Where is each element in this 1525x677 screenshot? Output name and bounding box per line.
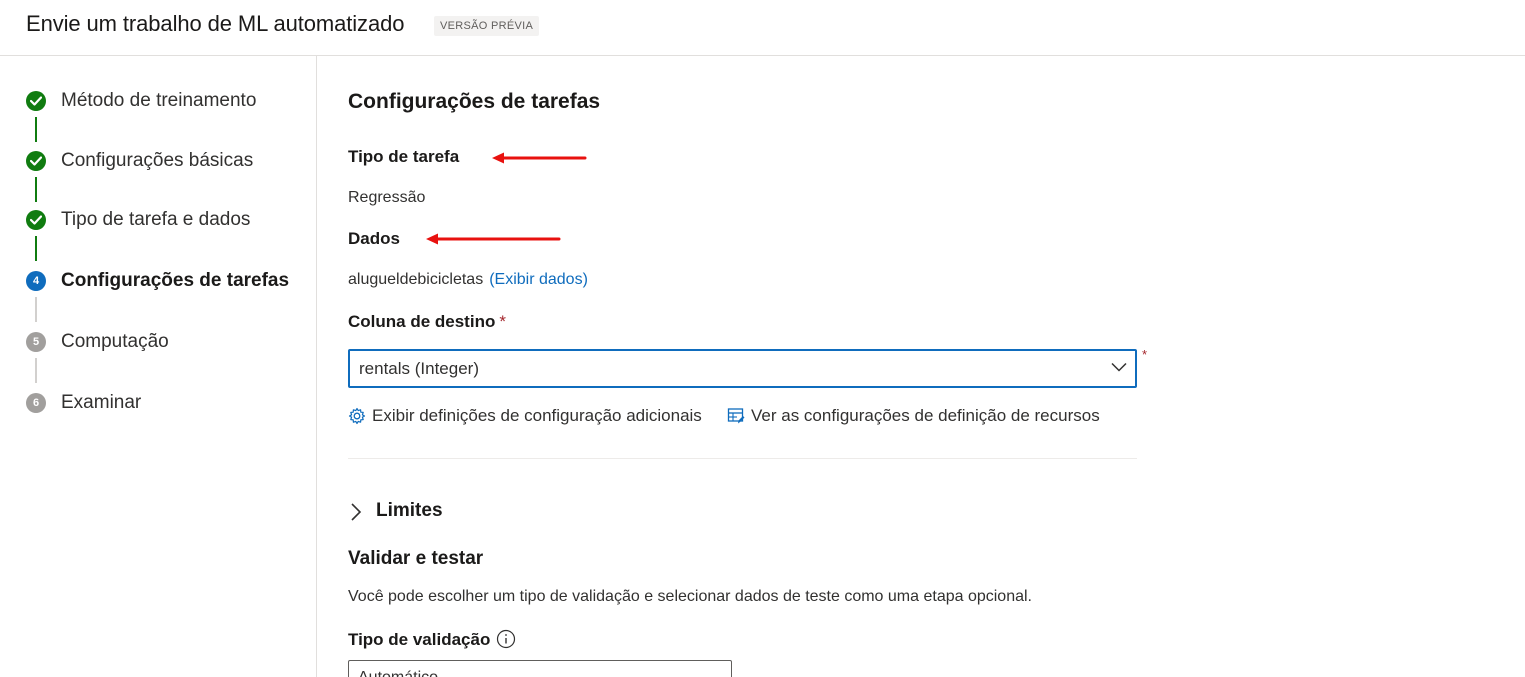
step-review[interactable]: 6 Examinar bbox=[0, 389, 317, 419]
step-compute[interactable]: 5 Computação bbox=[0, 328, 317, 358]
table-edit-icon bbox=[727, 408, 745, 424]
limits-expander[interactable]: Limites bbox=[348, 498, 468, 526]
section-divider bbox=[348, 458, 1137, 459]
target-column-value: rentals (Integer) bbox=[359, 359, 479, 378]
step-connector bbox=[35, 117, 37, 142]
step-number-badge: 4 bbox=[26, 271, 46, 291]
step-number-badge: 6 bbox=[26, 393, 46, 413]
step-connector bbox=[35, 358, 37, 383]
target-column-label-text: Coluna de destino bbox=[348, 312, 496, 331]
check-icon bbox=[26, 91, 46, 111]
featurization-settings-button[interactable]: Ver as configurações de definição de rec… bbox=[727, 405, 1107, 429]
validate-test-title: Validar e testar bbox=[348, 548, 484, 569]
annotation-arrow-icon bbox=[492, 152, 587, 164]
validation-type-dropdown[interactable]: Automático bbox=[348, 660, 732, 677]
page-header: Envie um trabalho de ML automatizado VER… bbox=[0, 0, 1525, 56]
view-data-link[interactable]: (Exibir dados) bbox=[489, 271, 588, 288]
data-label: Dados bbox=[348, 229, 400, 248]
step-task-settings[interactable]: 4 Configurações de tarefas bbox=[0, 267, 317, 297]
section-title: Configurações de tarefas bbox=[348, 90, 601, 113]
step-label: Tipo de tarefa e dados bbox=[61, 209, 251, 230]
page-title: Envie um trabalho de ML automatizado bbox=[26, 11, 405, 36]
wizard-steps: Método de treinamento Configurações bási… bbox=[0, 56, 317, 677]
check-icon bbox=[26, 151, 46, 171]
limits-label: Limites bbox=[376, 500, 443, 521]
step-task-type-data[interactable]: Tipo de tarefa e dados bbox=[0, 206, 317, 236]
additional-config-button[interactable]: Exibir definições de configuração adicio… bbox=[348, 405, 710, 429]
preview-badge: VERSÃO PRÉVIA bbox=[434, 16, 540, 36]
validation-type-label: Tipo de validação bbox=[348, 630, 491, 649]
step-connector bbox=[35, 297, 37, 322]
additional-config-label: Exibir definições de configuração adicio… bbox=[372, 406, 702, 425]
chevron-down-icon bbox=[1111, 362, 1127, 372]
chevron-right-icon bbox=[351, 503, 362, 521]
dataset-name: alugueldebicicletas bbox=[348, 271, 484, 288]
step-label: Computação bbox=[61, 331, 169, 352]
check-icon bbox=[26, 210, 46, 230]
task-type-value: Regressão bbox=[348, 189, 426, 206]
step-label: Configurações de tarefas bbox=[61, 270, 290, 291]
target-column-label: Coluna de destino * bbox=[348, 312, 506, 332]
task-type-label: Tipo de tarefa bbox=[348, 147, 460, 166]
validation-type-value: Automático bbox=[358, 669, 438, 677]
info-icon[interactable] bbox=[496, 629, 516, 649]
step-label: Examinar bbox=[61, 392, 142, 413]
step-label: Configurações básicas bbox=[61, 150, 254, 171]
required-marker: * bbox=[1142, 347, 1148, 362]
featurization-settings-label: Ver as configurações de definição de rec… bbox=[751, 406, 1100, 425]
required-marker: * bbox=[499, 312, 506, 331]
step-number-badge: 5 bbox=[26, 332, 46, 352]
data-value: alugueldebicicletas (Exibir dados) bbox=[348, 271, 588, 289]
target-column-dropdown[interactable]: rentals (Integer) bbox=[348, 349, 1137, 388]
annotation-arrow-icon bbox=[426, 233, 561, 245]
step-connector bbox=[35, 177, 37, 202]
step-basic-settings[interactable]: Configurações básicas bbox=[0, 147, 317, 177]
step-training-method[interactable]: Método de treinamento bbox=[0, 87, 317, 117]
validate-test-description: Você pode escolher um tipo de validação … bbox=[348, 588, 1032, 605]
gear-icon bbox=[348, 407, 366, 425]
step-label: Método de treinamento bbox=[61, 90, 257, 111]
step-connector bbox=[35, 236, 37, 261]
